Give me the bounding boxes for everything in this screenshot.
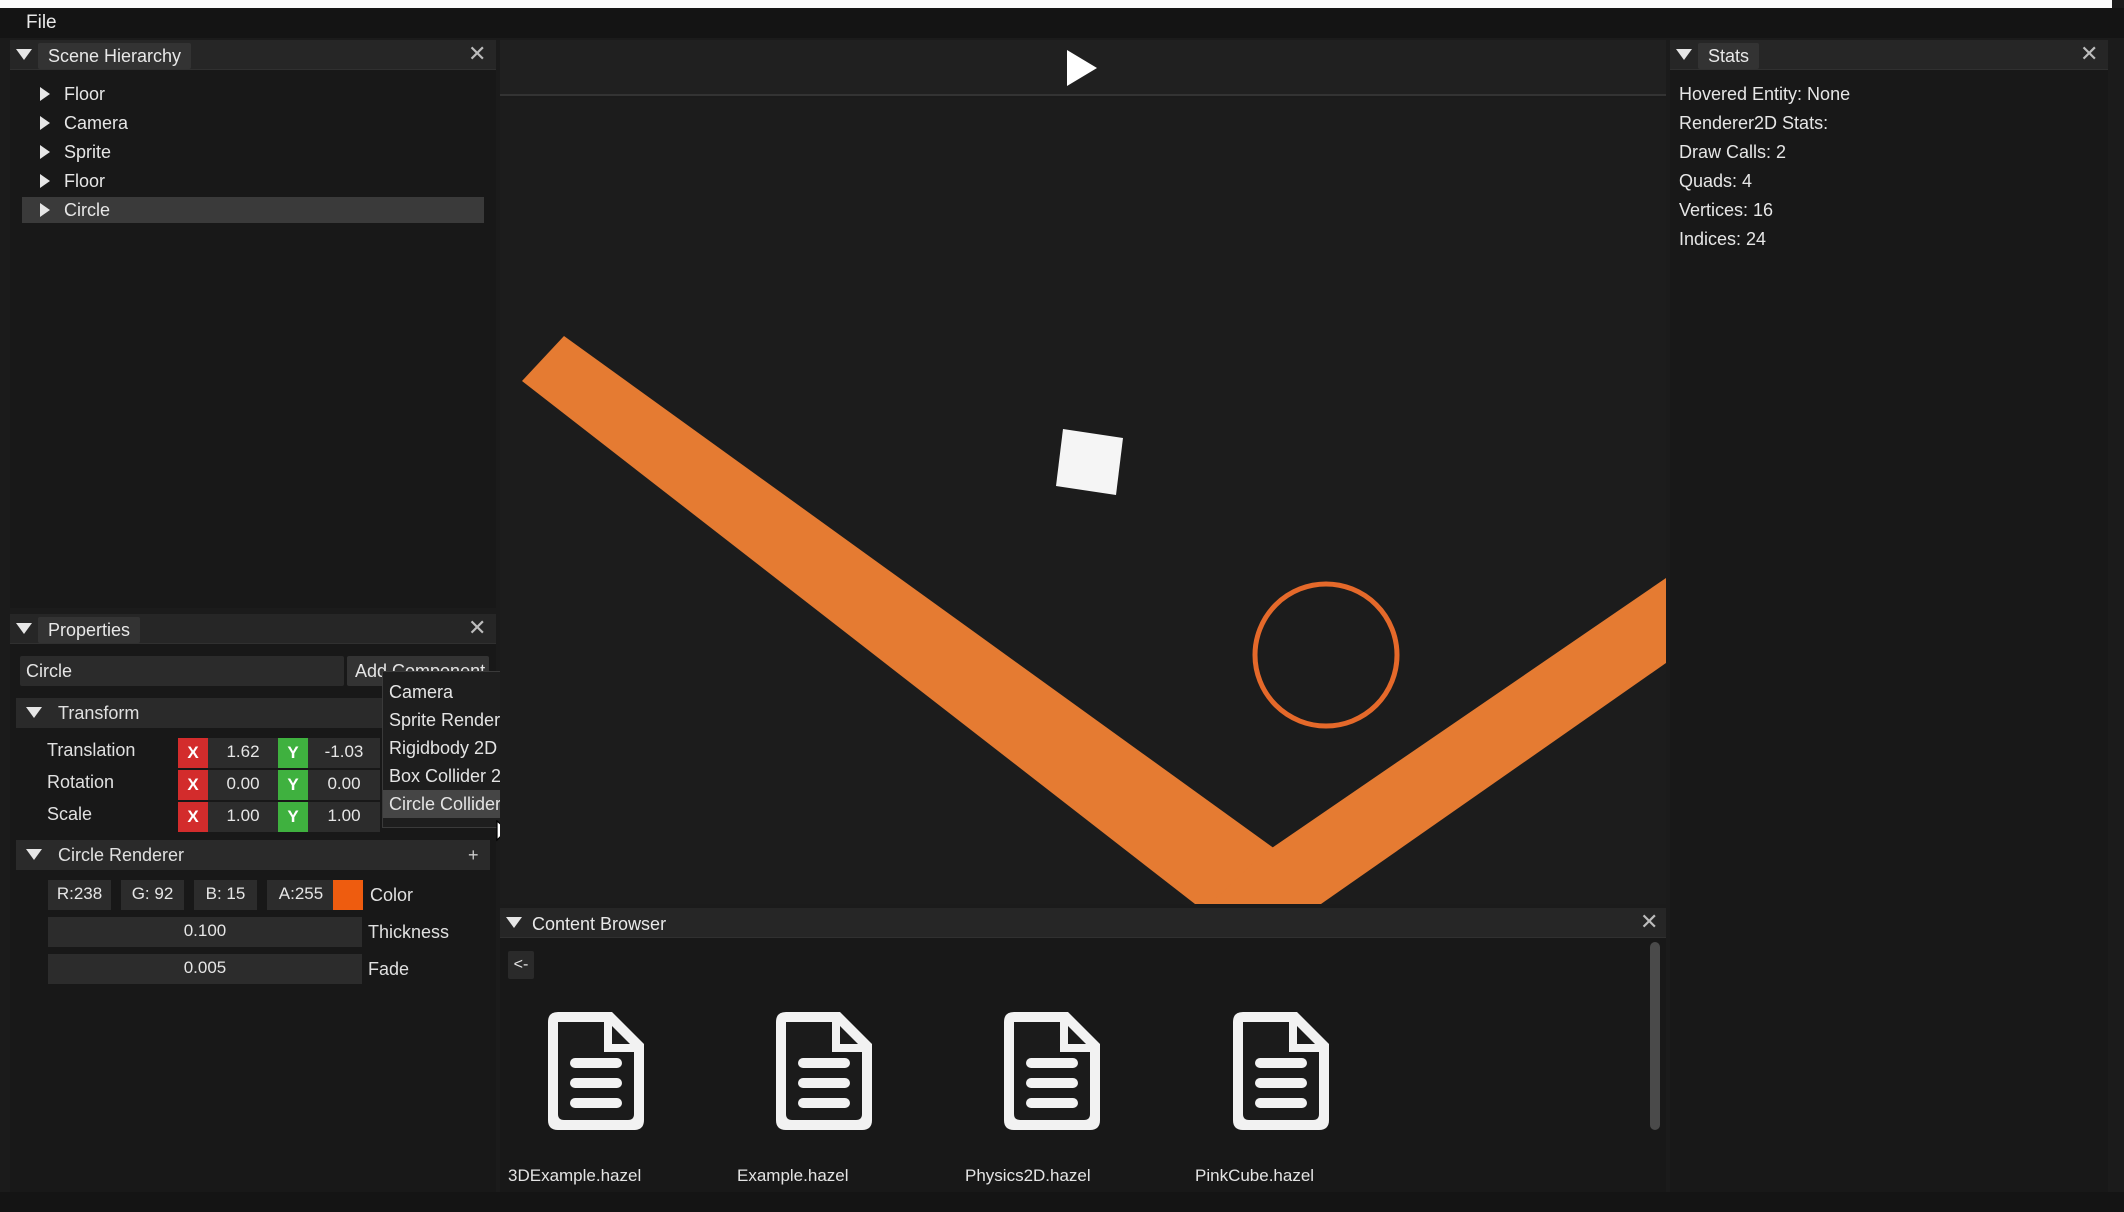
collapse-icon[interactable] bbox=[506, 917, 522, 928]
hierarchy-item[interactable]: Floor bbox=[22, 168, 484, 194]
properties-titlebar: Properties ✕ bbox=[10, 614, 496, 644]
expand-arrow-icon[interactable] bbox=[40, 116, 50, 130]
file-name: Physics2D.hazel bbox=[965, 1166, 1091, 1185]
stats-title[interactable]: Stats bbox=[1698, 43, 1760, 69]
scene-canvas bbox=[522, 336, 1666, 904]
collapse-icon[interactable] bbox=[16, 623, 32, 634]
content-browser-titlebar: Content Browser ✕ bbox=[500, 908, 1666, 938]
stat-draw-calls: Draw Calls: 2 bbox=[1679, 142, 1787, 162]
circle-renderer-header[interactable]: Circle Renderer + bbox=[16, 840, 490, 870]
color-g-field[interactable]: G: 92 bbox=[121, 880, 184, 910]
scale-label: Scale bbox=[47, 804, 93, 824]
floor-right bbox=[1210, 578, 1666, 904]
transform-title: Transform bbox=[58, 703, 140, 723]
file-icon bbox=[1004, 1012, 1100, 1130]
stats-panel: Stats ✕ Hovered Entity: None Renderer2D … bbox=[1670, 40, 2108, 1192]
collapse-icon[interactable] bbox=[26, 849, 42, 860]
file-icon bbox=[776, 1012, 872, 1130]
translation-y-field[interactable]: -1.03 bbox=[308, 738, 380, 768]
file-name: Example.hazel bbox=[737, 1166, 849, 1185]
expand-arrow-icon[interactable] bbox=[40, 174, 50, 188]
play-icon[interactable] bbox=[1065, 48, 1099, 88]
floor-left bbox=[522, 336, 1282, 904]
circle-renderer-title: Circle Renderer bbox=[58, 845, 185, 865]
scene-hierarchy-panel: Scene Hierarchy ✕ Floor Camera Sprite Fl… bbox=[10, 40, 496, 608]
hierarchy-item[interactable]: Floor bbox=[22, 81, 484, 107]
expand-arrow-icon[interactable] bbox=[40, 203, 50, 217]
stats-list: Hovered Entity: None Renderer2D Stats: D… bbox=[1679, 80, 2099, 254]
translation-x-field[interactable]: 1.62 bbox=[208, 738, 278, 768]
file-item[interactable]: Physics2D.hazel bbox=[965, 1008, 1170, 1192]
properties-title[interactable]: Properties bbox=[38, 617, 141, 643]
hierarchy-item[interactable]: Camera bbox=[22, 110, 484, 136]
content-scrollbar[interactable] bbox=[1650, 942, 1660, 1130]
expand-arrow-icon[interactable] bbox=[40, 145, 50, 159]
thickness-label: Thickness bbox=[368, 922, 450, 942]
x-axis-label: X bbox=[178, 738, 208, 768]
file-item[interactable]: Example.hazel bbox=[737, 1008, 942, 1192]
hierarchy-item[interactable]: Sprite bbox=[22, 139, 484, 165]
scene-viewport[interactable] bbox=[500, 98, 1666, 904]
file-item[interactable]: 3DExample.hazel bbox=[508, 1008, 714, 1192]
translation-label: Translation bbox=[47, 740, 136, 760]
file-item[interactable]: PinkCube.hazel bbox=[1195, 1008, 1399, 1192]
circle-entity bbox=[1252, 581, 1400, 729]
hierarchy-item-label: Sprite bbox=[64, 142, 112, 162]
collapse-icon[interactable] bbox=[16, 49, 32, 60]
y-axis-label: Y bbox=[278, 770, 308, 800]
color-label: Color bbox=[370, 885, 414, 905]
close-icon[interactable]: ✕ bbox=[1640, 911, 1658, 933]
rotation-x-field[interactable]: 0.00 bbox=[208, 770, 278, 800]
file-icon bbox=[548, 1012, 644, 1130]
x-axis-label: X bbox=[178, 770, 208, 800]
close-icon[interactable]: ✕ bbox=[468, 617, 486, 639]
close-icon[interactable]: ✕ bbox=[2080, 43, 2098, 65]
back-button[interactable]: <- bbox=[508, 951, 534, 979]
collapse-icon[interactable] bbox=[1676, 49, 1692, 60]
menu-bar bbox=[0, 8, 2124, 38]
bottom-bar bbox=[0, 1192, 2124, 1212]
stat-quads: Quads: 4 bbox=[1679, 171, 1753, 191]
thickness-field[interactable]: 0.100 bbox=[48, 917, 362, 947]
color-swatch[interactable] bbox=[333, 880, 363, 910]
rotation-label: Rotation bbox=[47, 772, 115, 792]
color-a-field[interactable]: A:255 bbox=[267, 880, 335, 910]
hierarchy-item-selected[interactable]: Circle bbox=[22, 197, 484, 223]
file-icon bbox=[1233, 1012, 1329, 1130]
x-axis-label: X bbox=[178, 802, 208, 832]
stats-titlebar: Stats ✕ bbox=[1670, 40, 2108, 70]
y-axis-label: Y bbox=[278, 738, 308, 768]
box-sprite bbox=[1056, 429, 1123, 495]
color-r-field[interactable]: R:238 bbox=[48, 880, 111, 910]
window-top-edge bbox=[0, 0, 2112, 8]
content-browser-title[interactable]: Content Browser bbox=[522, 911, 676, 937]
stat-vertices: Vertices: 16 bbox=[1679, 200, 1774, 220]
menu-file[interactable]: File bbox=[26, 12, 57, 34]
color-b-field[interactable]: B: 15 bbox=[194, 880, 257, 910]
file-name: 3DExample.hazel bbox=[508, 1166, 642, 1185]
hierarchy-item-label: Camera bbox=[64, 113, 129, 133]
close-icon[interactable]: ✕ bbox=[468, 43, 486, 65]
fade-label: Fade bbox=[368, 959, 410, 979]
file-name: PinkCube.hazel bbox=[1195, 1166, 1315, 1185]
scene-hierarchy-titlebar: Scene Hierarchy ✕ bbox=[10, 40, 496, 70]
expand-arrow-icon[interactable] bbox=[40, 87, 50, 101]
rotation-y-field[interactable]: 0.00 bbox=[308, 770, 380, 800]
entity-name-input[interactable]: Circle bbox=[20, 656, 344, 686]
scale-x-field[interactable]: 1.00 bbox=[208, 802, 278, 832]
y-axis-label: Y bbox=[278, 802, 308, 832]
collapse-icon[interactable] bbox=[26, 707, 42, 718]
stat-hovered-entity: Hovered Entity: None bbox=[1679, 84, 1851, 104]
hierarchy-item-label: Floor bbox=[64, 171, 106, 191]
stat-indices: Indices: 24 bbox=[1679, 229, 1767, 249]
fade-field[interactable]: 0.005 bbox=[48, 954, 362, 984]
content-browser-panel: Content Browser ✕ <- 3DExample.hazel Exa… bbox=[500, 908, 1666, 1192]
stat-renderer2d-header: Renderer2D Stats: bbox=[1679, 113, 1829, 133]
hierarchy-item-label: Floor bbox=[64, 84, 106, 104]
component-settings-button[interactable]: + bbox=[468, 845, 479, 866]
scene-hierarchy-title[interactable]: Scene Hierarchy bbox=[38, 43, 192, 69]
scale-y-field[interactable]: 1.00 bbox=[308, 802, 380, 832]
play-toolbar bbox=[500, 40, 1666, 96]
hierarchy-item-label: Circle bbox=[64, 200, 111, 220]
